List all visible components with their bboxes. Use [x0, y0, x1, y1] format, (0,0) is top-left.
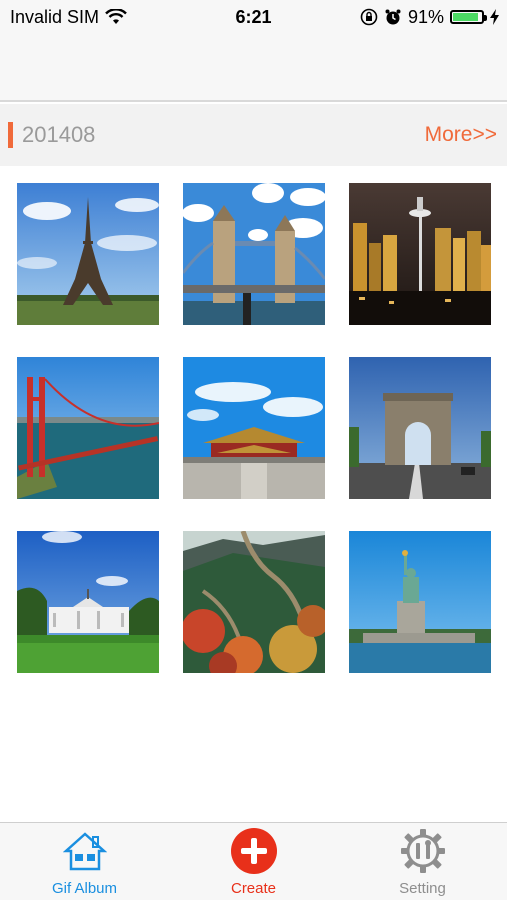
- photo-seattle-night[interactable]: [349, 183, 491, 325]
- status-bar: Invalid SIM 6:21 91%: [0, 0, 507, 34]
- tab-bar: Gif Album Create Setting: [0, 822, 507, 900]
- battery-icon: [450, 10, 487, 24]
- photo-arc-de-triomphe[interactable]: [349, 357, 491, 499]
- photo-forbidden-city[interactable]: [183, 357, 325, 499]
- tab-gif-album[interactable]: Gif Album: [0, 823, 169, 901]
- photo-statue-of-liberty[interactable]: [349, 531, 491, 673]
- photo-grid: [0, 166, 507, 822]
- orientation-lock-icon: [360, 8, 378, 26]
- album-section-header: 201408 More>>: [0, 104, 507, 166]
- photo-white-house[interactable]: [17, 531, 159, 673]
- charging-bolt-icon: [490, 9, 499, 25]
- photo-eiffel-tower[interactable]: [17, 183, 159, 325]
- section-accent-bar: [8, 122, 13, 148]
- house-icon: [62, 832, 107, 871]
- tab-create-label: Create: [230, 880, 277, 897]
- tab-gif-album-label: Gif Album: [51, 880, 118, 897]
- tab-setting[interactable]: Setting: [338, 823, 507, 901]
- plus-circle-icon: [230, 828, 277, 874]
- top-bar: Invalid SIM 6:21 91%: [0, 0, 507, 102]
- section-title: 201408: [22, 122, 96, 147]
- battery-percent: 91%: [407, 7, 444, 27]
- photo-golden-gate[interactable]: [17, 357, 159, 499]
- tab-setting-label: Setting: [399, 880, 446, 897]
- tab-create[interactable]: Create: [169, 823, 338, 901]
- alarm-icon: [385, 9, 401, 25]
- photo-great-wall[interactable]: [183, 531, 325, 673]
- more-link[interactable]: More>>: [425, 104, 497, 166]
- photo-tower-bridge[interactable]: [183, 183, 325, 325]
- gear-tools-icon: [400, 829, 445, 873]
